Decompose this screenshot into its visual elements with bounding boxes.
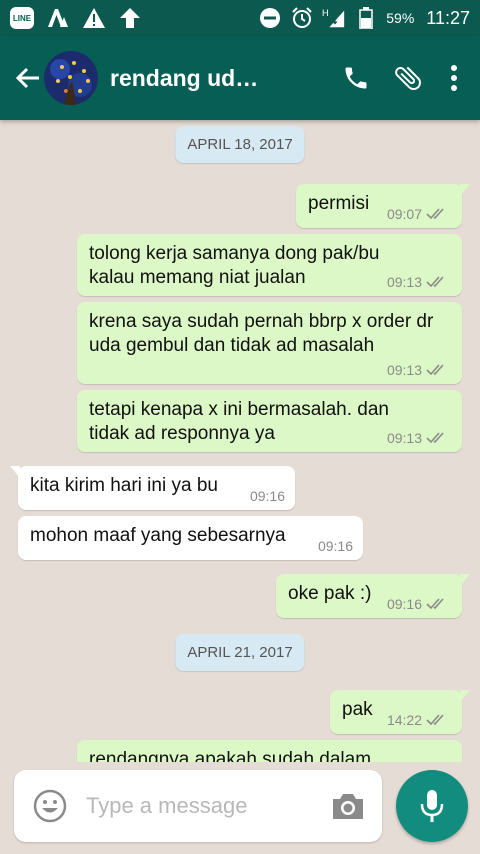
message-bubble-incoming[interactable]: kita kirim hari ini ya bu 09:16 xyxy=(10,466,295,510)
avatar[interactable] xyxy=(44,51,98,105)
message-meta: 14:22 xyxy=(387,712,452,728)
message-input-container xyxy=(14,770,382,842)
message-text-line: rendangnya apakah sudah dalam xyxy=(89,749,372,762)
message-time: 09:07 xyxy=(386,206,422,222)
message-bubble-outgoing[interactable]: permisi 09:07 xyxy=(296,184,470,228)
message-bubble-outgoing[interactable]: tolong kerja samanya dong pak/bu kalau m… xyxy=(77,234,462,296)
message-time: 09:13 xyxy=(386,430,422,446)
camera-button[interactable] xyxy=(328,786,368,826)
overflow-menu-button[interactable] xyxy=(434,52,474,104)
message-meta: 09:07 xyxy=(387,206,452,222)
message-input[interactable] xyxy=(86,793,306,819)
message-bubble-outgoing[interactable]: krena saya sudah pernah bbrp x order dr … xyxy=(77,302,462,384)
double-check-icon xyxy=(426,598,444,610)
paperclip-icon xyxy=(395,66,421,91)
message-time: 14:22 xyxy=(386,712,422,728)
message-text-line: tolong kerja samanya dong pak/bu xyxy=(89,243,380,264)
message-text-line: tidak ad responnya ya xyxy=(89,423,275,444)
voice-record-button[interactable] xyxy=(396,770,468,842)
message-bubble-outgoing[interactable]: rendangnya apakah sudah dalam xyxy=(77,740,462,762)
message-text-line: tetapi kenapa x ini bermasalah. dan xyxy=(89,399,389,420)
battery-icon xyxy=(354,6,378,30)
double-check-icon xyxy=(426,432,444,444)
message-time: 09:16 xyxy=(386,596,422,612)
battery-percent: 59% xyxy=(386,10,415,26)
double-check-icon xyxy=(426,714,444,726)
line-app-icon: LINE xyxy=(10,6,34,30)
back-arrow-icon xyxy=(15,67,39,89)
alarm-clock-icon xyxy=(290,6,314,30)
message-meta: 09:16 xyxy=(387,596,452,612)
chat-header: rendang ud… xyxy=(0,36,480,120)
double-check-icon xyxy=(426,208,444,220)
message-bubble-incoming[interactable]: mohon maaf yang sebesarnya 09:16 xyxy=(18,516,363,560)
date-separator: APRIL 18, 2017 xyxy=(175,126,305,163)
signal-icon: H xyxy=(322,6,346,30)
message-text-line: uda gembul dan tidak ad masalah xyxy=(89,335,375,356)
attach-button[interactable] xyxy=(382,52,434,104)
date-separator: APRIL 21, 2017 xyxy=(175,634,305,671)
do-not-disturb-icon xyxy=(258,6,282,30)
camera-icon xyxy=(333,794,363,819)
message-time: 09:16 xyxy=(317,538,353,554)
upload-arrow-icon xyxy=(118,6,142,30)
message-text: mohon maaf yang sebesarnya xyxy=(30,525,286,546)
emoji-button[interactable] xyxy=(30,786,70,826)
message-text-line: kalau memang niat jualan xyxy=(89,267,306,288)
message-meta: 09:16 xyxy=(318,538,353,554)
message-bubble-outgoing[interactable]: pak 14:22 xyxy=(330,690,470,734)
warning-icon xyxy=(82,6,106,30)
status-bar: LINE H 59% 11:27 xyxy=(0,0,480,36)
line-badge-label: LINE xyxy=(10,7,34,29)
microphone-icon xyxy=(420,790,444,822)
message-bubble-outgoing[interactable]: oke pak :) 09:16 xyxy=(276,574,470,618)
double-check-icon xyxy=(426,364,444,376)
contact-name[interactable]: rendang ud… xyxy=(110,65,330,92)
clock-time: 11:27 xyxy=(426,7,470,28)
network-type-label: H xyxy=(322,8,329,18)
message-meta: 09:13 xyxy=(387,362,452,378)
message-meta: 09:13 xyxy=(387,274,452,290)
message-meta: 09:16 xyxy=(250,488,285,504)
compose-bar xyxy=(0,762,480,854)
voice-call-button[interactable] xyxy=(330,52,382,104)
message-time: 09:13 xyxy=(386,274,422,290)
message-meta: 09:13 xyxy=(387,430,452,446)
message-text-line: krena saya sudah pernah bbrp x order dr xyxy=(89,311,434,332)
double-check-icon xyxy=(426,276,444,288)
app-notification-icon xyxy=(46,6,70,30)
message-text: oke pak :) xyxy=(288,583,372,604)
message-text: kita kirim hari ini ya bu xyxy=(30,475,218,496)
chat-area[interactable]: APRIL 18, 2017 permisi 09:07 tolong kerj… xyxy=(0,120,480,762)
message-time: 09:13 xyxy=(386,362,422,378)
emoji-icon xyxy=(33,789,67,823)
message-bubble-outgoing[interactable]: tetapi kenapa x ini bermasalah. dan tida… xyxy=(77,390,462,452)
message-text: permisi xyxy=(308,193,370,214)
message-text: pak xyxy=(342,699,373,720)
message-time: 09:16 xyxy=(249,488,285,504)
phone-icon xyxy=(345,67,367,89)
more-vert-icon xyxy=(451,65,457,91)
